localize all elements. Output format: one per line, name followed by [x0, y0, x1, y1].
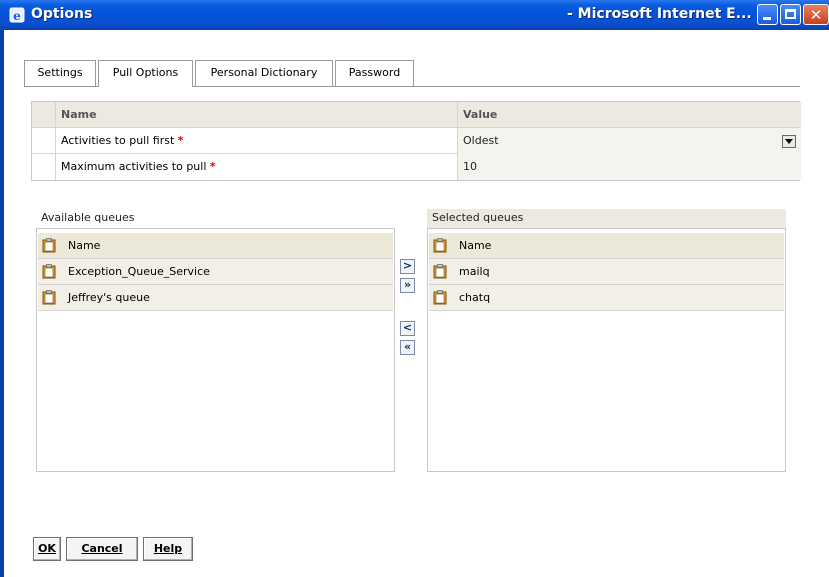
tab-settings[interactable]: Settings — [24, 60, 96, 86]
options-window: e Options - Microsoft Internet E... ✕ Se… — [0, 0, 829, 577]
required-mark: * — [177, 134, 184, 147]
svg-text:e: e — [13, 9, 21, 23]
available-header-name: Name — [68, 239, 101, 252]
close-icon: ✕ — [809, 6, 823, 24]
queue-clipboard-icon — [433, 238, 447, 253]
queue-clipboard-icon — [433, 290, 447, 305]
minimize-icon — [763, 17, 771, 20]
minimize-button[interactable] — [757, 4, 778, 25]
label-activities-first: Activities to pull first — [61, 134, 175, 147]
queue-name: chatq — [459, 291, 491, 304]
max-activities-input[interactable]: 10 — [458, 154, 801, 180]
activities-first-value: Oldest — [463, 134, 499, 147]
list-item[interactable]: mailq — [429, 259, 784, 285]
grid-row-label: Activities to pull first * — [56, 128, 458, 154]
available-header-row: Name — [38, 233, 393, 259]
ok-button-label: OK — [38, 542, 56, 555]
help-button[interactable]: Help — [143, 537, 193, 561]
grid-header-spacer — [32, 102, 56, 128]
grid-row-label: Maximum activities to pull * — [56, 154, 458, 180]
activities-first-select[interactable]: Oldest — [458, 128, 801, 154]
required-mark: * — [209, 160, 216, 173]
queue-name: mailq — [459, 265, 490, 278]
selected-header-row: Name — [429, 233, 784, 259]
queue-clipboard-icon — [42, 290, 56, 305]
selected-queues-list[interactable]: Name mailq chatq — [427, 228, 786, 472]
tab-personal-dictionary[interactable]: Personal Dictionary — [195, 60, 333, 86]
selected-queues-label: Selected queues — [432, 211, 524, 224]
grid-header-value: Value — [463, 108, 498, 121]
tab-pull-options[interactable]: Pull Options — [98, 60, 193, 86]
list-item[interactable]: Jeffrey's queue — [38, 285, 393, 311]
grid-header-row: Name Value — [32, 102, 801, 128]
cancel-button-label: Cancel — [81, 542, 123, 555]
grid-row-max-activities: Maximum activities to pull * 10 — [32, 154, 801, 180]
title-bar[interactable]: e Options - Microsoft Internet E... ✕ — [0, 0, 829, 30]
available-queues-label: Available queues — [41, 211, 135, 224]
add-all-queues-button[interactable]: » — [400, 278, 415, 293]
maximize-icon — [785, 9, 796, 19]
queue-name: Jeffrey's queue — [68, 291, 150, 304]
queue-clipboard-icon — [433, 264, 447, 279]
queue-clipboard-icon — [42, 238, 56, 253]
window-title: Options — [31, 6, 93, 22]
maximize-button[interactable] — [780, 4, 801, 25]
list-item[interactable]: Exception_Queue_Service — [38, 259, 393, 285]
chevron-down-icon[interactable] — [782, 135, 796, 148]
close-button[interactable]: ✕ — [803, 4, 829, 25]
available-queues-list[interactable]: Name Exception_Queue_Service Jeffrey's q… — [36, 228, 395, 472]
help-button-label: Help — [153, 542, 183, 555]
ok-button[interactable]: OK — [33, 537, 61, 561]
remove-all-queues-button[interactable]: « — [400, 340, 415, 355]
window-app-name: - Microsoft Internet E... — [567, 6, 752, 22]
properties-grid: Name Value Activities to pull first * Ol… — [31, 101, 801, 181]
queue-clipboard-icon — [42, 264, 56, 279]
grid-row-spacer — [32, 128, 56, 154]
grid-row-spacer — [32, 154, 56, 180]
queue-name: Exception_Queue_Service — [68, 265, 210, 278]
tab-password[interactable]: Password — [335, 60, 414, 86]
grid-header-name: Name — [56, 102, 458, 128]
ie-icon: e — [9, 7, 25, 23]
active-tab-gap — [99, 86, 192, 87]
label-max-activities: Maximum activities to pull — [61, 160, 207, 173]
cancel-button[interactable]: Cancel — [66, 537, 138, 561]
selected-header-name: Name — [459, 239, 492, 252]
add-queue-button[interactable]: > — [400, 259, 415, 274]
list-item[interactable]: chatq — [429, 285, 784, 311]
remove-queue-button[interactable]: < — [400, 321, 415, 336]
grid-row-activities-first: Activities to pull first * Oldest — [32, 128, 801, 154]
